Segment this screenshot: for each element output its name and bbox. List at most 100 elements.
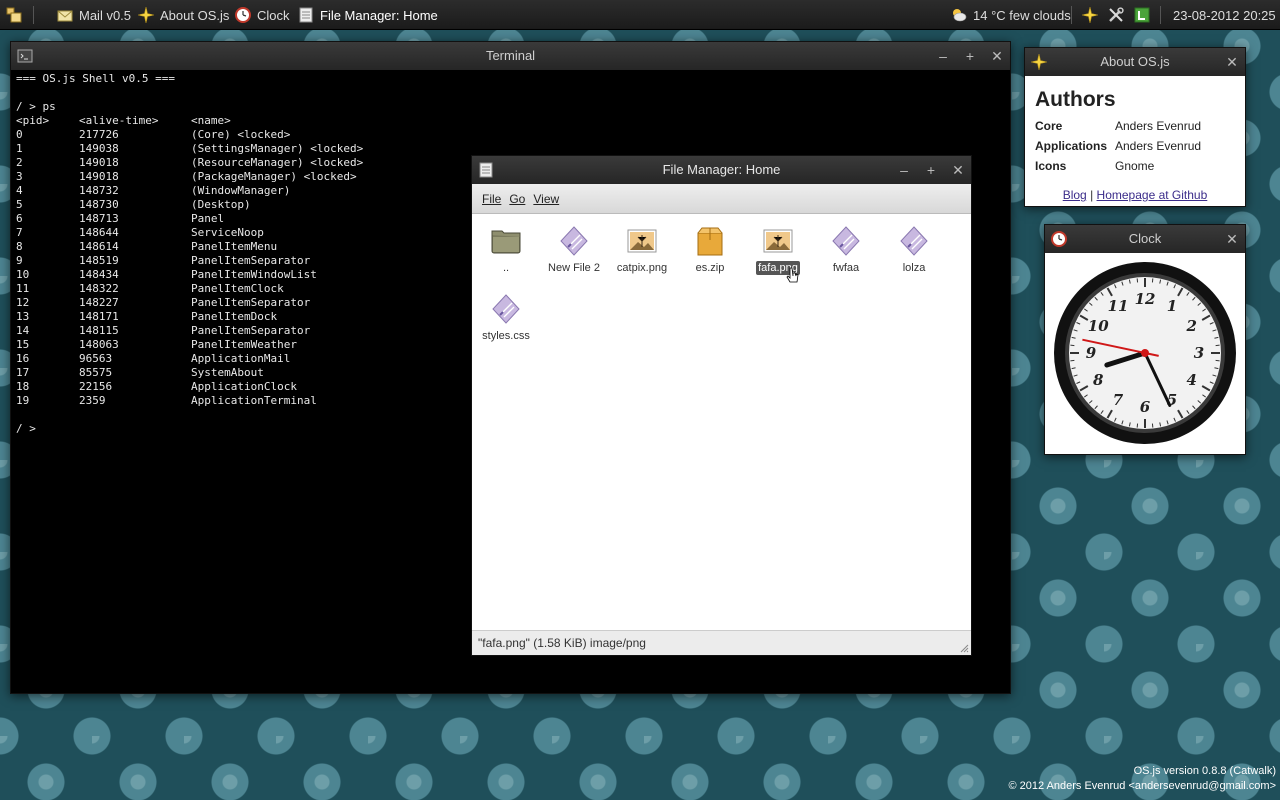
author-row: Core Anders Evenrud: [1035, 116, 1235, 136]
file-item[interactable]: styles.css: [472, 293, 540, 343]
author-role: Applications: [1035, 139, 1108, 153]
file-item[interactable]: fafa.png: [744, 225, 812, 275]
dock-settings-button[interactable]: [1108, 0, 1124, 30]
process-name: PanelItemWindowList: [191, 268, 317, 281]
process-pid: 19: [16, 394, 30, 407]
clock-numeral: 7: [1113, 391, 1124, 409]
taskbar-item-about[interactable]: About OS.js: [138, 0, 229, 30]
file-item[interactable]: es.zip: [676, 225, 744, 275]
window-title: Terminal: [485, 48, 536, 63]
process-pid: 16: [16, 352, 30, 365]
menu-go[interactable]: Go: [509, 192, 525, 206]
tools-icon: [1109, 7, 1124, 22]
window-title: Clock: [1128, 231, 1162, 246]
process-pid: 10: [16, 268, 30, 281]
taskbar-item-label: Mail v0.5: [79, 7, 132, 23]
taskbar-item-clock[interactable]: Clock: [235, 0, 290, 30]
process-name: (PackageManager) <locked>: [191, 170, 357, 183]
maximize-button[interactable]: +: [920, 156, 942, 184]
author-row: Applications Anders Evenrud: [1035, 136, 1235, 156]
generic-file-icon: [560, 226, 588, 256]
weather-widget[interactable]: 14 °C few clouds: [951, 0, 1071, 30]
process-name: PanelItemMenu: [191, 240, 278, 253]
clock-window[interactable]: Clock ✕ 1 2 3 4 5 6 7 8 9 10 11 12: [1044, 224, 1246, 455]
process-name: PanelItemSeparator: [191, 254, 311, 267]
file-item[interactable]: fwfaa: [812, 225, 880, 275]
author-row: Icons Gnome: [1035, 156, 1235, 176]
main-menu-button[interactable]: [6, 0, 22, 30]
close-button[interactable]: ✕: [986, 42, 1008, 70]
process-row: 0 217726 (Core) <locked>: [16, 128, 1005, 142]
clock-numeral: 2: [1186, 317, 1197, 335]
process-alive-time: 148434: [79, 268, 119, 281]
file-item[interactable]: New File 2: [540, 225, 608, 275]
process-pid: 17: [16, 366, 30, 379]
close-button[interactable]: ✕: [947, 156, 969, 184]
process-pid: 15: [16, 338, 30, 351]
file-manager-window[interactable]: File Manager: Home – + ✕ File Go View ..…: [471, 155, 972, 656]
minimize-button[interactable]: –: [932, 42, 954, 70]
weather-cloud-icon: [953, 9, 967, 22]
author-role: Icons: [1035, 159, 1067, 173]
terminal-command: / > ps: [16, 100, 56, 113]
author-name: Gnome: [1115, 159, 1155, 173]
close-button[interactable]: ✕: [1221, 225, 1243, 253]
clock-numeral: 11: [1108, 297, 1129, 315]
menu-view[interactable]: View: [533, 192, 559, 206]
about-titlebar[interactable]: About OS.js ✕: [1025, 48, 1245, 76]
process-name: (Core) <locked>: [191, 128, 291, 141]
file-item[interactable]: ..: [472, 225, 540, 275]
process-name: ServiceNoop: [191, 226, 264, 239]
taskbar-item-mail[interactable]: Mail v0.5: [57, 0, 131, 30]
about-window[interactable]: About OS.js ✕ Authors Core Anders Evenru…: [1024, 47, 1246, 207]
resize-grip-icon[interactable]: [959, 643, 969, 653]
header-name: <name>: [191, 114, 231, 127]
file-list[interactable]: .. New File 2 catpix.png es.zip fafa.png fwfa…: [472, 215, 971, 630]
process-alive-time: 148063: [79, 338, 119, 351]
minimize-button[interactable]: –: [893, 156, 915, 184]
clock-numeral: 9: [1086, 344, 1097, 362]
clock-numeral: 8: [1093, 371, 1104, 389]
taskbar-item-file-manager[interactable]: File Manager: Home: [298, 0, 438, 30]
file-manager-icon: [299, 7, 313, 23]
process-alive-time: 149018: [79, 170, 119, 183]
desktop-footer: OS.js version 0.8.8 (Catwalk) © 2012 And…: [1008, 764, 1276, 794]
clock-icon: [235, 7, 251, 23]
process-alive-time: 148115: [79, 324, 119, 337]
image-file-icon: [627, 229, 657, 253]
close-button[interactable]: ✕: [1221, 48, 1243, 76]
process-name: (Desktop): [191, 198, 251, 211]
file-item[interactable]: lolza: [880, 225, 948, 275]
taskbar-item-label: File Manager: Home: [320, 7, 438, 23]
process-name: ApplicationClock: [191, 380, 297, 393]
process-pid: 9: [16, 254, 23, 267]
process-name: PanelItemClock: [191, 282, 284, 295]
process-alive-time: 148732: [79, 184, 119, 197]
star-icon: [138, 7, 154, 23]
menu-file[interactable]: File: [482, 192, 501, 206]
file-item[interactable]: catpix.png: [608, 225, 676, 275]
process-alive-time: 217726: [79, 128, 119, 141]
clock-titlebar[interactable]: Clock ✕: [1045, 225, 1245, 253]
file-manager-titlebar[interactable]: File Manager: Home – + ✕: [472, 156, 971, 184]
about-links: Blog | Homepage at Github: [1035, 188, 1235, 202]
copyright-text: © 2012 Anders Evenrud <andersevenrud@gma…: [1008, 780, 1276, 792]
process-pid: 5: [16, 198, 23, 211]
panel-separator: [1071, 6, 1072, 24]
star-icon: [1082, 7, 1098, 23]
maximize-button[interactable]: +: [959, 42, 981, 70]
generic-file-icon: [900, 226, 928, 256]
dock-about-button[interactable]: [1082, 0, 1098, 30]
clock-numeral: 1: [1167, 297, 1177, 315]
process-pid: 2: [16, 156, 23, 169]
process-pid: 13: [16, 310, 30, 323]
dock-terminal-button[interactable]: [1134, 0, 1150, 30]
process-alive-time: 96563: [79, 352, 113, 365]
process-name: (ResourceManager) <locked>: [191, 156, 364, 169]
process-name: Panel: [191, 212, 225, 225]
github-link[interactable]: Homepage at Github: [1097, 188, 1208, 202]
blog-link[interactable]: Blog: [1063, 188, 1087, 202]
panel-clock[interactable]: 23-08-2012 20:25: [1173, 0, 1276, 30]
process-row: 1 149038 (SettingsManager) <locked>: [16, 142, 1005, 156]
terminal-titlebar[interactable]: Terminal – + ✕: [11, 42, 1010, 70]
